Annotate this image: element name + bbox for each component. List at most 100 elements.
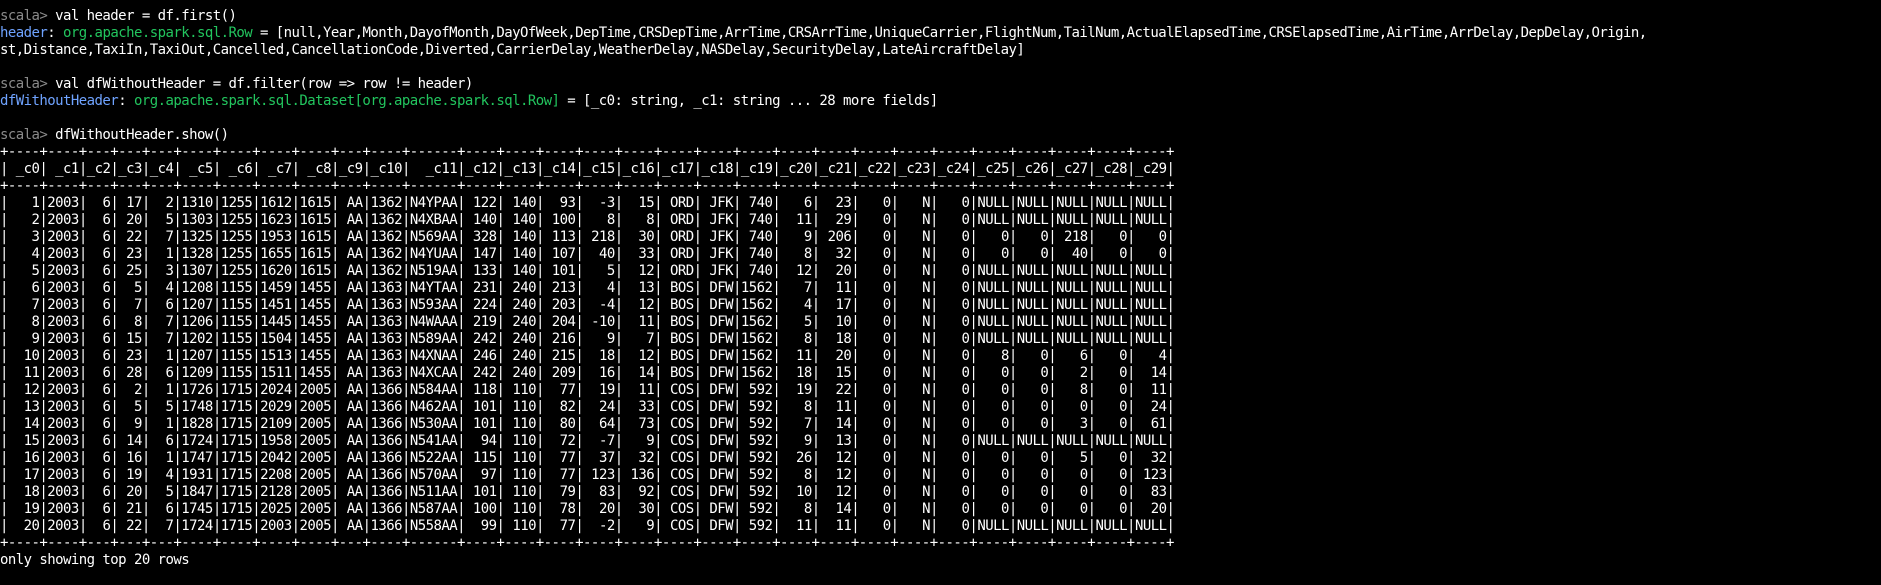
table-cell: ORD [662, 195, 694, 211]
table-cell: 5 [149, 399, 174, 415]
table-cell: 1455 [299, 365, 332, 381]
table-row: | 4|2003| 6| 23| 1|1328|1255|1655|1615| … [0, 246, 1175, 262]
table-cell: 30 [622, 229, 655, 245]
table-cell: 1155 [220, 297, 253, 313]
column-header: _c18 [701, 161, 733, 177]
table-cell: NULL [1095, 433, 1128, 449]
table-cell: ORD [662, 229, 694, 245]
table-cell: JFK [701, 212, 733, 228]
table-cell: 0 [859, 484, 891, 500]
table-cell: 6 [86, 382, 111, 398]
table-cell: COS [662, 518, 694, 534]
table-cell: 592 [740, 450, 773, 466]
table-cell: 0 [1016, 229, 1049, 245]
table-border: +----+----+---+---+---+----+----+----+--… [0, 178, 1174, 194]
table-cell: 1255 [220, 246, 253, 262]
table-cell: DFW [701, 331, 733, 347]
table-cell: 0 [977, 246, 1009, 262]
table-border: +----+----+---+---+---+----+----+----+--… [0, 144, 1174, 160]
table-cell: N589AA [409, 331, 458, 347]
table-cell: 1958 [260, 433, 292, 449]
table-cell: 8 [583, 212, 615, 228]
table-cell: 82 [543, 399, 576, 415]
table-cell: 0 [937, 416, 970, 432]
table-cell: 206 [819, 229, 852, 245]
table-cell: 101 [465, 399, 497, 415]
table-cell: 0 [1095, 501, 1128, 517]
table-cell: 215 [543, 348, 576, 364]
table-cell: N [898, 297, 931, 313]
table-cell: 0 [977, 416, 1009, 432]
table-cell: 0 [1016, 501, 1049, 517]
column-header: _c13 [504, 161, 536, 177]
table-cell: N4YUAA [409, 246, 458, 262]
table-cell: NULL [1056, 331, 1088, 347]
table-cell: 6 [86, 518, 111, 534]
table-cell: 1366 [370, 467, 402, 483]
table-cell: 1 [149, 382, 174, 398]
table-cell: 1562 [740, 348, 773, 364]
table-cell: 2005 [299, 382, 332, 398]
table-cell: 17 [7, 467, 40, 483]
table-cell: 16 [118, 450, 142, 466]
table-cell: N593AA [409, 297, 458, 313]
table-cell: N [898, 195, 931, 211]
table-cell: 1504 [260, 331, 292, 347]
table-cell: NULL [1016, 433, 1049, 449]
table-cell: AA [338, 331, 363, 347]
table-cell: NULL [1056, 195, 1088, 211]
table-cell: 1748 [181, 399, 213, 415]
table-cell: 2003 [260, 518, 292, 534]
table-cell: NULL [1056, 263, 1088, 279]
table-cell: 592 [740, 399, 773, 415]
table-cell: NULL [1134, 263, 1167, 279]
table-cell: AA [338, 212, 363, 228]
table-cell: 219 [465, 314, 497, 330]
table-cell: 1 [7, 195, 40, 211]
table-cell: 740 [740, 212, 773, 228]
scala-prompt: scala> [0, 127, 56, 143]
table-cell: 1207 [181, 348, 213, 364]
column-header: _c1 [47, 161, 79, 177]
table-row: | 10|2003| 6| 23| 1|1207|1155|1513|1455|… [0, 348, 1175, 364]
table-cell: 7 [149, 331, 174, 347]
output-separator: : [47, 25, 64, 41]
table-cell: 0 [1016, 450, 1049, 466]
table-cell: 0 [937, 246, 970, 262]
table-cell: 110 [504, 467, 536, 483]
table-cell: 0 [859, 297, 891, 313]
table-cell: 133 [465, 263, 497, 279]
table-cell: 2003 [47, 314, 79, 330]
table-cell: 1362 [370, 263, 402, 279]
table-cell: 1362 [370, 229, 402, 245]
table-cell: 0 [977, 501, 1009, 517]
table-cell: 0 [1095, 229, 1128, 245]
table-cell: N [898, 280, 931, 296]
table-cell: N4YPAA [409, 195, 458, 211]
table-cell: 6 [86, 195, 111, 211]
table-row: | 7|2003| 6| 7| 6|1207|1155|1451|1455| A… [0, 297, 1175, 313]
table-cell: 14 [118, 433, 142, 449]
table-cell: -3 [583, 195, 615, 211]
table-cell: DFW [701, 518, 733, 534]
table-cell: 1445 [260, 314, 292, 330]
table-cell: 6 [86, 501, 111, 517]
table-cell: 1847 [181, 484, 213, 500]
terminal-window[interactable]: scala> val header = df.first() header: or… [0, 8, 1647, 569]
table-cell: 2003 [47, 348, 79, 364]
table-cell: 11 [622, 314, 655, 330]
table-cell: 2003 [47, 280, 79, 296]
table-cell: 101 [465, 484, 497, 500]
table-cell: 110 [504, 450, 536, 466]
table-cell: 11 [780, 212, 812, 228]
table-cell: 1255 [220, 229, 253, 245]
table-cell: 11 [780, 518, 812, 534]
table-cell: 2005 [299, 484, 332, 500]
table-cell: 0 [977, 229, 1009, 245]
table-cell: 1715 [220, 501, 253, 517]
table-cell: 1455 [299, 280, 332, 296]
table-cell: NULL [1056, 518, 1088, 534]
table-cell: 2003 [47, 433, 79, 449]
table-cell: 110 [504, 399, 536, 415]
table-cell: 11 [819, 280, 852, 296]
